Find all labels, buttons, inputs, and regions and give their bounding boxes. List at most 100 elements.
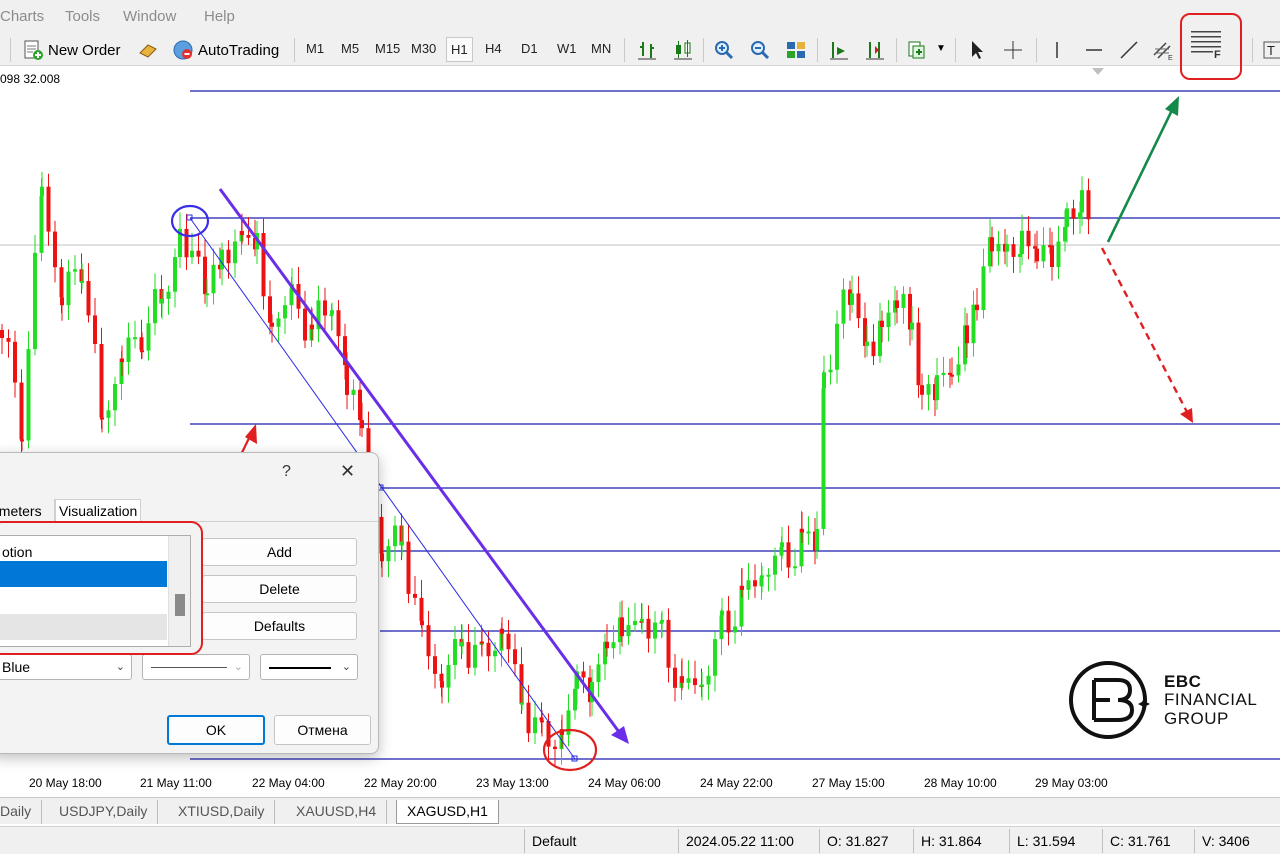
style-select[interactable]: ⌄ <box>142 654 250 680</box>
new-order-button[interactable]: New Order <box>22 38 121 62</box>
candle-bear <box>6 338 11 342</box>
color-select[interactable]: Blue ⌄ <box>0 654 132 680</box>
tab-visualization[interactable]: Visualization <box>59 503 137 519</box>
horizontal-line-icon[interactable] <box>1083 39 1105 61</box>
candle-bull <box>806 531 811 534</box>
dialog-close-button[interactable]: ✕ <box>340 461 355 482</box>
candle-bear <box>100 417 104 420</box>
tab-xauusd-h4[interactable]: XAUUSD,H4 <box>286 800 388 824</box>
candle-bear <box>500 628 504 634</box>
candle-bull <box>573 688 577 711</box>
candle-bear <box>380 553 384 562</box>
status-separator <box>1102 829 1103 853</box>
indicators-icon[interactable] <box>906 39 928 61</box>
status-datetime: 2024.05.22 11:00 <box>686 833 794 849</box>
timeframe-m15[interactable]: M15 <box>375 41 400 56</box>
menu-charts[interactable]: Charts <box>0 8 44 25</box>
candle-bull <box>822 372 826 389</box>
indicators-dropdown-arrow[interactable]: ▼ <box>936 43 946 54</box>
timeframe-m30[interactable]: M30 <box>411 41 436 56</box>
menu-help[interactable]: Help <box>204 8 235 25</box>
trendline-icon[interactable] <box>1118 39 1140 61</box>
candle-bear <box>620 617 624 637</box>
candle-bear <box>440 681 444 688</box>
candle-bear <box>358 389 362 421</box>
candle-bull <box>460 642 464 647</box>
candle-bear <box>856 293 861 319</box>
candle-bull <box>220 249 224 270</box>
candle-bear <box>726 610 731 633</box>
width-select[interactable]: ⌄ <box>260 654 358 680</box>
crosshair-icon[interactable] <box>1002 39 1024 61</box>
candle-bull <box>828 369 833 373</box>
candle-bull <box>633 620 637 626</box>
ebc-logo-mark <box>1069 661 1150 739</box>
timeframe-d1[interactable]: D1 <box>521 41 538 56</box>
zoom-in-icon[interactable] <box>713 39 735 61</box>
timeframe-h1[interactable]: H1 <box>446 37 473 62</box>
candlestick-icon[interactable] <box>672 39 694 61</box>
status-bar: Default 2024.05.22 11:00 O: 31.827 H: 31… <box>0 826 1280 854</box>
timeframe-m5[interactable]: M5 <box>341 41 359 56</box>
chart-shift-icon[interactable] <box>828 39 850 61</box>
help-button[interactable]: ? <box>282 463 291 481</box>
time-label: 20 May 18:00 <box>29 776 102 790</box>
candle-bear <box>345 365 349 395</box>
equidistant-channel-icon[interactable]: E <box>1152 39 1174 61</box>
cancel-button[interactable]: Отмена <box>274 715 371 745</box>
candle-bear <box>990 237 994 252</box>
candle-bull <box>533 717 537 734</box>
candle-bull <box>660 619 664 622</box>
metaeditor-icon[interactable] <box>137 39 159 61</box>
candle-bull <box>190 250 194 258</box>
candle-bear <box>546 721 551 747</box>
timeframe-mn[interactable]: MN <box>591 41 611 56</box>
tile-windows-icon[interactable] <box>785 39 807 61</box>
candle-bull <box>33 252 37 350</box>
ok-button[interactable]: OK <box>167 715 265 745</box>
add-button[interactable]: Add <box>202 538 357 566</box>
cursor-icon[interactable] <box>966 39 988 61</box>
timeframe-w1[interactable]: W1 <box>557 41 577 56</box>
status-separator <box>1009 829 1010 853</box>
tab-xagusd-h1[interactable]: XAGUSD,H1 <box>396 800 499 824</box>
candle-bear <box>1026 230 1031 247</box>
candle-bear <box>693 678 697 686</box>
candle-bear <box>800 528 804 533</box>
candle-bear <box>880 320 884 328</box>
candle-bull <box>640 618 644 622</box>
timeframe-h4[interactable]: H4 <box>485 41 502 56</box>
toolbar: New Order AutoTrading M1 M5 M15 M30 H1 H… <box>0 31 1280 66</box>
timeframe-m1[interactable]: M1 <box>306 41 324 56</box>
candle-bear <box>920 385 924 395</box>
candle-bull <box>956 364 961 376</box>
color-select-value: Blue <box>2 659 31 675</box>
candle-bear <box>303 308 307 341</box>
zoom-out-icon[interactable] <box>749 39 771 61</box>
new-order-icon <box>24 40 43 60</box>
candle-bull <box>835 323 839 370</box>
vertical-line-icon[interactable] <box>1046 39 1068 61</box>
candle-bull <box>935 375 939 401</box>
tab-usdjpy-daily[interactable]: USDJPY,Daily <box>49 800 159 824</box>
menu-window[interactable]: Window <box>123 8 176 25</box>
tab-xtiusd-daily[interactable]: XTIUSD,Daily <box>168 800 276 824</box>
candle-bull <box>446 665 451 688</box>
delete-button[interactable]: Delete <box>202 575 357 603</box>
bar-chart-icon[interactable] <box>636 39 658 61</box>
status-high: H: 31.864 <box>921 833 982 849</box>
candle-bull <box>66 271 71 306</box>
tab-parameters[interactable]: ameters <box>0 503 42 519</box>
candle-bull <box>126 337 131 363</box>
candle-bull <box>1020 230 1024 255</box>
tab-daily[interactable]: Daily <box>0 800 43 824</box>
autoscroll-icon[interactable] <box>864 39 886 61</box>
text-icon[interactable]: T <box>1262 39 1280 61</box>
candle-bear <box>526 702 531 734</box>
logo-text-ebc: EBC <box>1164 672 1202 691</box>
candle-bear <box>581 671 586 678</box>
autotrading-button[interactable]: AutoTrading <box>172 38 279 62</box>
toolbar-separator <box>10 38 11 62</box>
menu-tools[interactable]: Tools <box>65 8 100 25</box>
defaults-button[interactable]: Defaults <box>202 612 357 640</box>
